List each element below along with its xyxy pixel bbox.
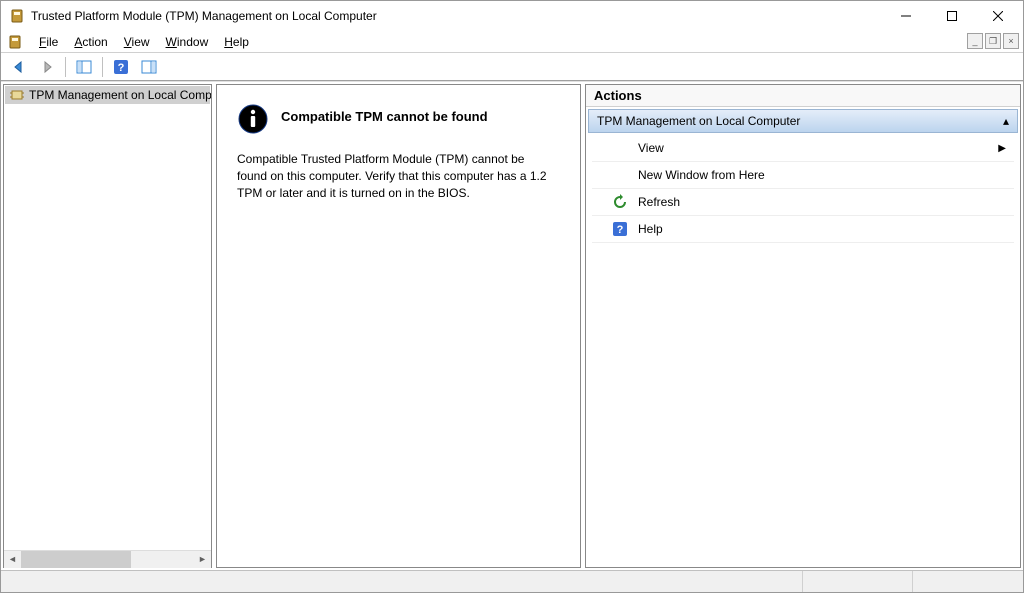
show-hide-action-pane-button[interactable] bbox=[137, 55, 161, 79]
menu-window[interactable]: Window bbox=[158, 33, 217, 51]
status-section-main bbox=[1, 571, 803, 592]
toolbar-separator bbox=[65, 57, 66, 77]
actions-panel: Actions TPM Management on Local Computer… bbox=[585, 84, 1021, 568]
status-section-3 bbox=[913, 571, 1023, 592]
statusbar bbox=[1, 570, 1023, 592]
info-heading-row: Compatible TPM cannot be found bbox=[237, 103, 560, 135]
close-button[interactable] bbox=[975, 1, 1021, 31]
info-body-text: Compatible Trusted Platform Module (TPM)… bbox=[237, 151, 557, 201]
maximize-button[interactable] bbox=[929, 1, 975, 31]
tree-root-label: TPM Management on Local Comp bbox=[29, 88, 211, 102]
actions-section-header[interactable]: TPM Management on Local Computer ▴ bbox=[588, 109, 1018, 133]
refresh-icon bbox=[612, 194, 628, 210]
tree-panel: TPM Management on Local Comp ◄ ► bbox=[3, 84, 212, 568]
toolbar-separator bbox=[102, 57, 103, 77]
window-controls bbox=[883, 1, 1021, 31]
actions-section-label: TPM Management on Local Computer bbox=[597, 114, 800, 128]
menu-file[interactable]: File bbox=[31, 33, 66, 51]
action-help[interactable]: ? Help bbox=[592, 216, 1014, 243]
info-heading: Compatible TPM cannot be found bbox=[281, 109, 488, 124]
status-section-2 bbox=[803, 571, 913, 592]
app-small-icon bbox=[7, 34, 23, 50]
help-icon: ? bbox=[612, 221, 628, 237]
action-view[interactable]: View ▶ bbox=[592, 135, 1014, 162]
menu-action[interactable]: Action bbox=[66, 33, 115, 51]
action-refresh-label: Refresh bbox=[638, 195, 1006, 209]
scroll-track[interactable] bbox=[21, 551, 194, 568]
svg-text:?: ? bbox=[617, 224, 624, 236]
details-panel: Compatible TPM cannot be found Compatibl… bbox=[216, 84, 581, 568]
action-new-window[interactable]: New Window from Here bbox=[592, 162, 1014, 189]
content-area: TPM Management on Local Comp ◄ ► Compati… bbox=[1, 81, 1023, 570]
info-icon bbox=[237, 103, 269, 135]
action-view-label: View bbox=[638, 141, 988, 155]
actions-title: Actions bbox=[586, 85, 1020, 107]
action-help-label: Help bbox=[638, 222, 1006, 236]
mdi-close-button[interactable]: × bbox=[1003, 33, 1019, 49]
scroll-right-arrow[interactable]: ► bbox=[194, 551, 211, 568]
forward-button[interactable] bbox=[35, 55, 59, 79]
action-refresh[interactable]: Refresh bbox=[592, 189, 1014, 216]
mdi-controls: _ ❐ × bbox=[967, 33, 1019, 49]
help-button[interactable]: ? bbox=[109, 55, 133, 79]
show-hide-tree-button[interactable] bbox=[72, 55, 96, 79]
svg-text:?: ? bbox=[118, 62, 125, 74]
blank-icon bbox=[612, 167, 628, 183]
menu-help[interactable]: Help bbox=[216, 33, 257, 51]
blank-icon bbox=[612, 140, 628, 156]
horizontal-scrollbar[interactable]: ◄ ► bbox=[4, 550, 211, 567]
menubar: File Action View Window Help _ ❐ × bbox=[1, 31, 1023, 53]
app-icon bbox=[9, 8, 25, 24]
action-new-window-label: New Window from Here bbox=[638, 168, 1006, 182]
minimize-button[interactable] bbox=[883, 1, 929, 31]
back-button[interactable] bbox=[7, 55, 31, 79]
submenu-arrow-icon: ▶ bbox=[998, 143, 1006, 154]
menu-view[interactable]: View bbox=[116, 33, 158, 51]
scroll-left-arrow[interactable]: ◄ bbox=[4, 551, 21, 568]
scroll-thumb[interactable] bbox=[21, 551, 131, 568]
mdi-minimize-button[interactable]: _ bbox=[967, 33, 983, 49]
tpm-chip-icon bbox=[9, 87, 25, 103]
collapse-icon: ▴ bbox=[1003, 114, 1009, 128]
toolbar: ? bbox=[1, 53, 1023, 81]
mdi-restore-button[interactable]: ❐ bbox=[985, 33, 1001, 49]
window-title: Trusted Platform Module (TPM) Management… bbox=[31, 9, 883, 23]
tree-root-item[interactable]: TPM Management on Local Comp bbox=[5, 86, 210, 104]
tree-view[interactable]: TPM Management on Local Comp bbox=[4, 85, 211, 550]
titlebar: Trusted Platform Module (TPM) Management… bbox=[1, 1, 1023, 31]
